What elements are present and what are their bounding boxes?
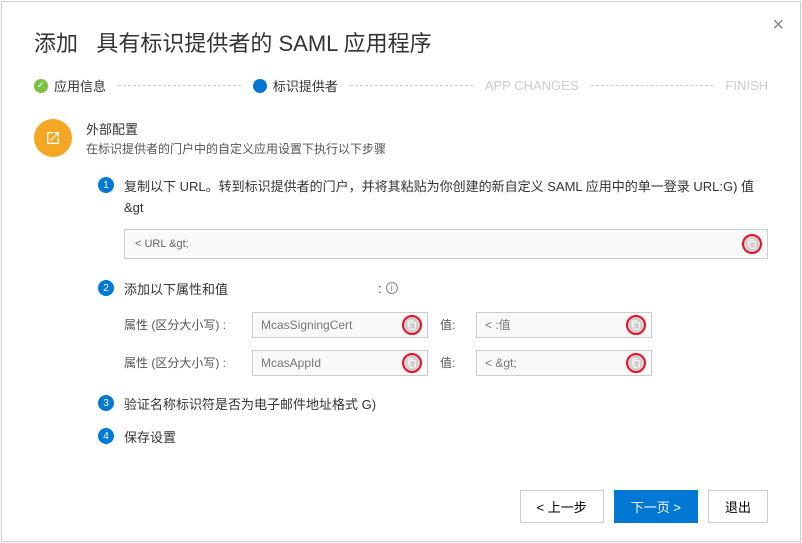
step-label: 标识提供者 bbox=[273, 76, 338, 95]
external-link-icon bbox=[34, 119, 72, 157]
copy-button[interactable] bbox=[402, 315, 422, 335]
next-button[interactable]: 下一页 > bbox=[614, 490, 698, 523]
step-number-badge: 4 bbox=[98, 428, 114, 444]
dot-icon bbox=[253, 79, 267, 93]
step-identity-provider[interactable]: 标识提供者 bbox=[253, 76, 338, 95]
url-input[interactable] bbox=[124, 229, 768, 259]
attr-value-label: 值: bbox=[440, 354, 464, 371]
instruction-step-4: 4 保存设置 bbox=[98, 427, 768, 446]
step-1-text: 复制以下 URL。转到标识提供者的门户，并将其粘贴为你创建的新自定义 SAML … bbox=[124, 177, 768, 219]
attr-value-field bbox=[476, 312, 652, 338]
instruction-step-2: 2 添加以下属性和值 : i bbox=[98, 279, 768, 298]
step-divider bbox=[118, 85, 241, 86]
page-title: 添加 具有标识提供者的 SAML 应用程序 bbox=[34, 26, 768, 58]
title-prefix: 添加 bbox=[34, 31, 78, 56]
external-config-text: 外部配置 在标识提供者的门户中的自定义应用设置下执行以下步骤 bbox=[86, 119, 386, 157]
external-config-header: 外部配置 在标识提供者的门户中的自定义应用设置下执行以下步骤 bbox=[34, 119, 768, 157]
attribute-row-1: 属性 (区分大小写) : 值: bbox=[124, 312, 768, 338]
step-divider bbox=[350, 85, 473, 86]
copy-button[interactable] bbox=[626, 353, 646, 373]
step-finish: FINISH bbox=[725, 78, 768, 93]
attr-name-field bbox=[252, 312, 428, 338]
attr-name-label: 属性 (区分大小写) : bbox=[124, 354, 240, 371]
title-main: 具有标识提供者的 SAML 应用程序 bbox=[96, 31, 431, 56]
copy-button[interactable] bbox=[402, 353, 422, 373]
step-label: APP CHANGES bbox=[485, 78, 579, 93]
step-3-text: 验证名称标识符是否为电子邮件地址格式 G) bbox=[124, 394, 376, 413]
copy-button[interactable] bbox=[626, 315, 646, 335]
info-icon[interactable]: i bbox=[386, 282, 398, 294]
step-number-badge: 2 bbox=[98, 280, 114, 296]
step-number-badge: 3 bbox=[98, 395, 114, 411]
step-app-info[interactable]: ✓ 应用信息 bbox=[34, 76, 106, 95]
attr-name-label: 属性 (区分大小写) : bbox=[124, 316, 240, 333]
step-2-text: 添加以下属性和值 bbox=[124, 279, 228, 298]
url-field-container bbox=[124, 229, 768, 259]
step-divider bbox=[591, 85, 714, 86]
previous-button[interactable]: < 上一步 bbox=[520, 490, 604, 523]
instruction-step-3: 3 验证名称标识符是否为电子邮件地址格式 G) bbox=[98, 394, 768, 413]
step-label: 应用信息 bbox=[54, 76, 106, 95]
external-desc: 在标识提供者的门户中的自定义应用设置下执行以下步骤 bbox=[86, 140, 386, 157]
step-2-colon: : i bbox=[378, 281, 398, 296]
attr-name-field bbox=[252, 350, 428, 376]
attr-value-field bbox=[476, 350, 652, 376]
exit-button[interactable]: 退出 bbox=[708, 490, 768, 523]
step-4-text: 保存设置 bbox=[124, 427, 176, 446]
wizard-steps: ✓ 应用信息 标识提供者 APP CHANGES FINISH bbox=[34, 76, 768, 95]
step-label: FINISH bbox=[725, 78, 768, 93]
external-title: 外部配置 bbox=[86, 119, 386, 138]
copy-button[interactable] bbox=[742, 234, 762, 254]
footer-buttons: < 上一步 下一页 > 退出 bbox=[520, 490, 768, 523]
wizard-modal: × 添加 具有标识提供者的 SAML 应用程序 ✓ 应用信息 标识提供者 APP… bbox=[1, 1, 801, 542]
close-icon[interactable]: × bbox=[772, 14, 784, 37]
attribute-row-2: 属性 (区分大小写) : 值: bbox=[124, 350, 768, 376]
instruction-step-1: 1 复制以下 URL。转到标识提供者的门户，并将其粘贴为你创建的新自定义 SAM… bbox=[98, 177, 768, 219]
step-number-badge: 1 bbox=[98, 177, 114, 193]
step-app-changes: APP CHANGES bbox=[485, 78, 579, 93]
attr-value-label: 值: bbox=[440, 316, 464, 333]
check-icon: ✓ bbox=[34, 79, 48, 93]
colon-text: : bbox=[378, 281, 382, 296]
instructions-list: 1 复制以下 URL。转到标识提供者的门户，并将其粘贴为你创建的新自定义 SAM… bbox=[34, 177, 768, 446]
